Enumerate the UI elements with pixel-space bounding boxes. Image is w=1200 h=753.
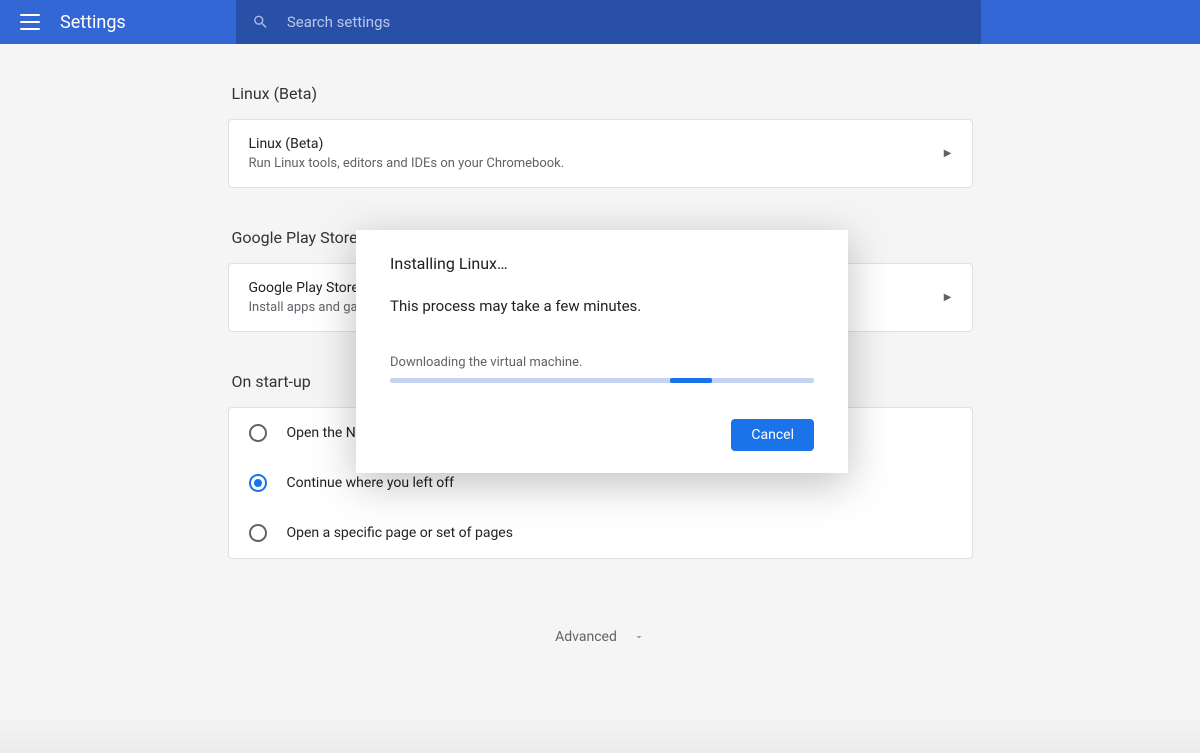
radio-icon[interactable] — [249, 424, 267, 442]
advanced-toggle[interactable]: Advanced — [228, 599, 973, 675]
dialog-title: Installing Linux… — [390, 254, 814, 273]
linux-row-title: Linux (Beta) — [249, 136, 565, 152]
advanced-label: Advanced — [555, 629, 617, 645]
cancel-button[interactable]: Cancel — [731, 419, 814, 451]
startup-option-label: Open a specific page or set of pages — [287, 525, 513, 541]
search-input[interactable] — [287, 13, 965, 31]
chevron-down-icon — [633, 631, 645, 643]
startup-option-label: Continue where you left off — [287, 475, 455, 491]
startup-option-specific[interactable]: Open a specific page or set of pages — [229, 508, 972, 558]
install-linux-dialog: Installing Linux… This process may take … — [356, 230, 848, 473]
app-header: Settings — [0, 0, 1200, 44]
page-title: Settings — [60, 12, 126, 33]
bottom-fade — [0, 713, 1200, 753]
chevron-right-icon: ▶ — [944, 148, 952, 159]
search-container[interactable] — [236, 0, 981, 44]
dialog-status: Downloading the virtual machine. — [390, 355, 814, 370]
dialog-message: This process may take a few minutes. — [390, 297, 814, 315]
hamburger-menu-icon[interactable] — [20, 14, 40, 30]
radio-icon[interactable] — [249, 474, 267, 492]
progress-indicator — [670, 378, 712, 383]
linux-card: Linux (Beta) Run Linux tools, editors an… — [228, 119, 973, 188]
linux-row-sub: Run Linux tools, editors and IDEs on you… — [249, 156, 565, 171]
radio-icon[interactable] — [249, 524, 267, 542]
search-icon — [252, 13, 269, 31]
progress-bar — [390, 378, 814, 383]
linux-row[interactable]: Linux (Beta) Run Linux tools, editors an… — [229, 120, 972, 187]
chevron-right-icon: ▶ — [944, 292, 952, 303]
section-heading-linux: Linux (Beta) — [232, 84, 973, 103]
